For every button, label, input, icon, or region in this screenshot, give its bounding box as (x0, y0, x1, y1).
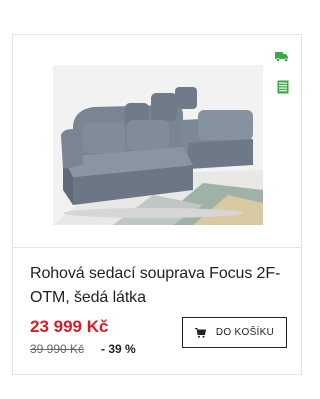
current-price: 23 999 Kč (30, 317, 109, 336)
old-price: 39 990 Kč (30, 342, 85, 356)
cart-icon (194, 327, 206, 338)
truck-icon (275, 52, 288, 62)
discount-badge: - 39 % (101, 342, 136, 356)
sofa-illustration (53, 65, 263, 225)
product-title[interactable]: Rohová sedací souprava Focus 2F-OTM, šed… (30, 262, 290, 310)
warehouse-icon (277, 80, 289, 94)
cart-button-label: DO KOŠÍKU (215, 327, 275, 338)
card-divider (13, 247, 301, 248)
add-to-cart-button[interactable]: DO KOŠÍKU (182, 317, 287, 348)
product-image[interactable] (53, 65, 263, 225)
product-card[interactable]: Rohová sedací souprava Focus 2F-OTM, šed… (12, 34, 302, 375)
